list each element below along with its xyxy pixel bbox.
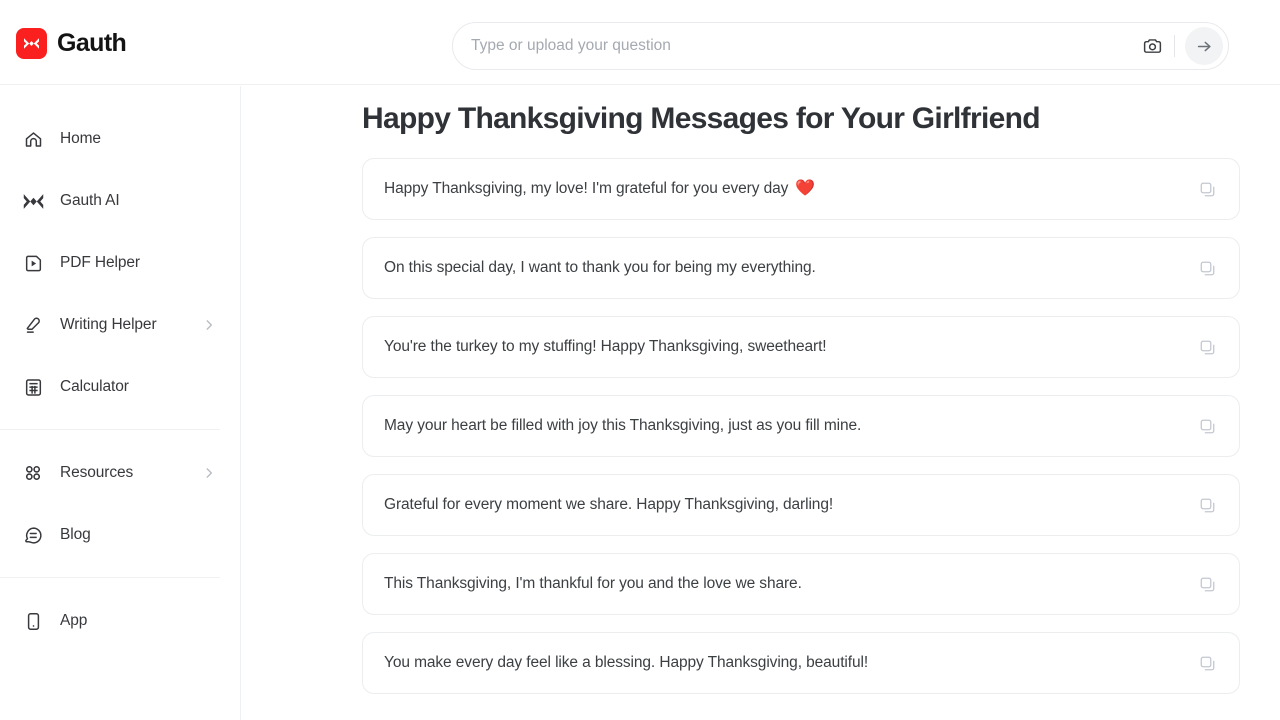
message-text: You make every day feel like a blessing.… — [384, 654, 869, 671]
chevron-right-icon — [202, 318, 216, 332]
sidebar-item-resources[interactable]: Resources — [10, 452, 230, 494]
message-text: This Thanksgiving, I'm thankful for you … — [384, 575, 802, 592]
message-text: On this special day, I want to thank you… — [384, 259, 816, 276]
sidebar-group-secondary: Resources Blog — [0, 452, 240, 556]
page-title: Happy Thanksgiving Messages for Your Gir… — [362, 102, 1041, 135]
send-button[interactable] — [1185, 27, 1223, 65]
sidebar-item-label: App — [60, 612, 88, 629]
sidebar-item-app[interactable]: App — [10, 600, 230, 642]
message-card[interactable]: On this special day, I want to thank you… — [362, 237, 1240, 299]
sidebar-item-label: Resources — [60, 464, 134, 481]
message-text: You're the turkey to my stuffing! Happy … — [384, 338, 827, 355]
blog-icon — [20, 525, 46, 546]
heart-emoji-icon: ❤️ — [795, 180, 816, 197]
chevron-right-icon — [202, 466, 216, 480]
sidebar-item-label: Writing Helper — [60, 316, 157, 333]
copy-icon[interactable] — [1197, 495, 1217, 515]
sidebar-item-label: PDF Helper — [60, 254, 140, 271]
message-card[interactable]: Grateful for every moment we share. Happ… — [362, 474, 1240, 536]
copy-icon[interactable] — [1197, 416, 1217, 436]
message-card[interactable]: Happy Thanksgiving, my love! I'm gratefu… — [362, 158, 1240, 220]
grid-icon — [20, 463, 46, 483]
calculator-icon — [20, 377, 46, 398]
brand-logo[interactable]: Gauth — [16, 28, 127, 59]
message-text: May your heart be filled with joy this T… — [384, 417, 862, 434]
camera-icon[interactable] — [1138, 32, 1166, 60]
sidebar-item-label: Calculator — [60, 378, 129, 395]
message-card[interactable]: You're the turkey to my stuffing! Happy … — [362, 316, 1240, 378]
copy-icon[interactable] — [1197, 258, 1217, 278]
mobile-app-icon — [20, 611, 46, 632]
copy-icon[interactable] — [1197, 574, 1217, 594]
message-text: Grateful for every moment we share. Happ… — [384, 496, 834, 513]
copy-icon[interactable] — [1197, 337, 1217, 357]
sidebar-item-blog[interactable]: Blog — [10, 514, 230, 556]
pdf-helper-icon — [20, 253, 46, 274]
message-card[interactable]: May your heart be filled with joy this T… — [362, 395, 1240, 457]
message-text-wrap: You make every day feel like a blessing.… — [363, 654, 868, 672]
message-text-wrap: Happy Thanksgiving, my love! I'm gratefu… — [363, 180, 815, 198]
sidebar: Home Gauth AI PDF Helper Writing Helper … — [0, 86, 241, 720]
sidebar-item-calculator[interactable]: Calculator — [10, 366, 230, 408]
sidebar-item-label: Blog — [60, 526, 91, 543]
message-text-wrap: On this special day, I want to thank you… — [363, 259, 816, 277]
home-icon — [20, 129, 46, 150]
pencil-icon — [20, 315, 46, 336]
sidebar-group-primary: Home Gauth AI PDF Helper Writing Helper … — [0, 86, 240, 408]
gauth-ai-icon — [20, 193, 46, 210]
message-text: Happy Thanksgiving, my love! I'm gratefu… — [384, 180, 789, 197]
gauth-logo-icon — [16, 28, 47, 59]
search-divider — [1174, 35, 1175, 57]
message-text-wrap: May your heart be filled with joy this T… — [363, 417, 861, 435]
sidebar-item-label: Home — [60, 130, 101, 147]
search-bar[interactable] — [452, 22, 1229, 70]
sidebar-item-writing-helper[interactable]: Writing Helper — [10, 304, 230, 346]
message-list: Happy Thanksgiving, my love! I'm gratefu… — [362, 158, 1240, 711]
copy-icon[interactable] — [1197, 653, 1217, 673]
message-text-wrap: Grateful for every moment we share. Happ… — [363, 496, 833, 514]
message-text-wrap: This Thanksgiving, I'm thankful for you … — [363, 575, 802, 593]
message-card[interactable]: This Thanksgiving, I'm thankful for you … — [362, 553, 1240, 615]
sidebar-item-gauth-ai[interactable]: Gauth AI — [10, 180, 230, 222]
message-text-wrap: You're the turkey to my stuffing! Happy … — [363, 338, 827, 356]
app-header: Gauth — [0, 0, 1280, 85]
sidebar-item-home[interactable]: Home — [10, 118, 230, 160]
sidebar-item-pdf-helper[interactable]: PDF Helper — [10, 242, 230, 284]
message-card[interactable]: You make every day feel like a blessing.… — [362, 632, 1240, 694]
sidebar-item-label: Gauth AI — [60, 192, 120, 209]
search-input[interactable] — [453, 23, 1138, 69]
brand-name: Gauth — [57, 29, 127, 57]
copy-icon[interactable] — [1197, 179, 1217, 199]
main-content: Happy Thanksgiving Messages for Your Gir… — [241, 86, 1280, 720]
sidebar-group-tertiary: App — [0, 600, 240, 642]
